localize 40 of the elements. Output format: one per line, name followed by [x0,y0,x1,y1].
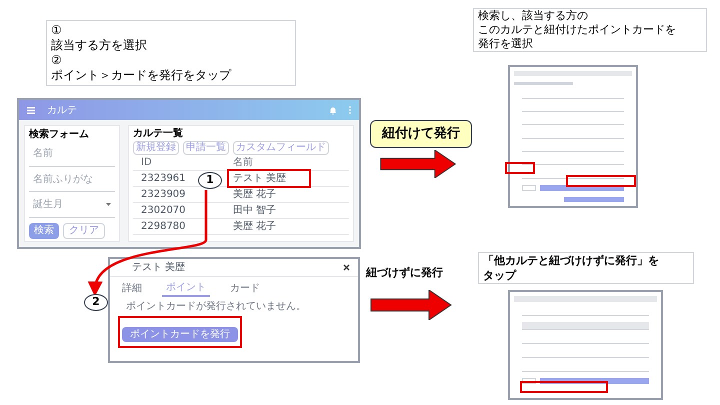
right-arrow-icon [380,150,456,178]
app-title: カルテ [47,104,77,118]
unlinked-label: 紐づけずに発行 [366,265,443,281]
highlight-frame [505,162,535,174]
table-cell: 2298780 [141,221,186,232]
table-cell[interactable]: 美歴 花子 [233,219,276,234]
empty-message: ポイントカードが発行されていません。 [126,301,307,313]
input-field[interactable]: 名前ふりがな [29,166,115,192]
dropdown-caret-icon [106,203,111,206]
panel-title: カルテ一覧 [133,128,184,140]
table-cell[interactable]: 田中 智子 [233,203,276,218]
linked-instruction: 検索し、該当する方の このカルテと紐付けたポイントカードを 発行を選択 [473,8,707,52]
search-button[interactable]: 検索 [29,223,59,240]
table-cell[interactable]: テスト 美歴 [229,171,309,186]
toolbar-button[interactable]: 申請一覧 [183,141,229,155]
menu-icon[interactable] [27,106,35,114]
step-number-badge: 2 [84,294,108,311]
close-icon[interactable] [343,264,350,271]
column-header: 名前 [233,156,253,170]
panel-title: 検索フォーム [29,128,90,141]
linked-label: 紐付けて発行 [370,120,472,148]
table-cell: 2302070 [141,205,186,216]
bell-icon[interactable] [329,106,337,114]
instruction-note: ① 該当する方を選択 ② ポイント＞カードを発行をタップ [46,20,296,86]
select-field[interactable]: 誕生月 [29,192,115,218]
input-field[interactable]: 名前 [29,141,115,167]
toolbar-button[interactable]: 新規登録 [133,141,179,155]
tab[interactable]: 詳細 [118,280,146,297]
tab[interactable]: ポイント [162,280,210,297]
highlight-frame [566,175,636,187]
toolbar-button[interactable]: カスタムフィールド [233,141,329,155]
column-header: ID [140,156,153,170]
dialog-title: テスト 美歴 [132,260,186,275]
clear-button[interactable]: クリア [63,223,105,240]
table-cell[interactable]: 美歴 花子 [233,187,276,202]
unlinked-instruction: 「他カルテと紐づけけずに発行」を タップ [478,252,694,284]
table-cell: 2323909 [141,189,186,200]
tab[interactable]: カード [226,280,264,297]
table-cell: 2323961 [141,173,186,184]
issue-card-button[interactable]: ポイントカードを発行 [122,327,238,342]
